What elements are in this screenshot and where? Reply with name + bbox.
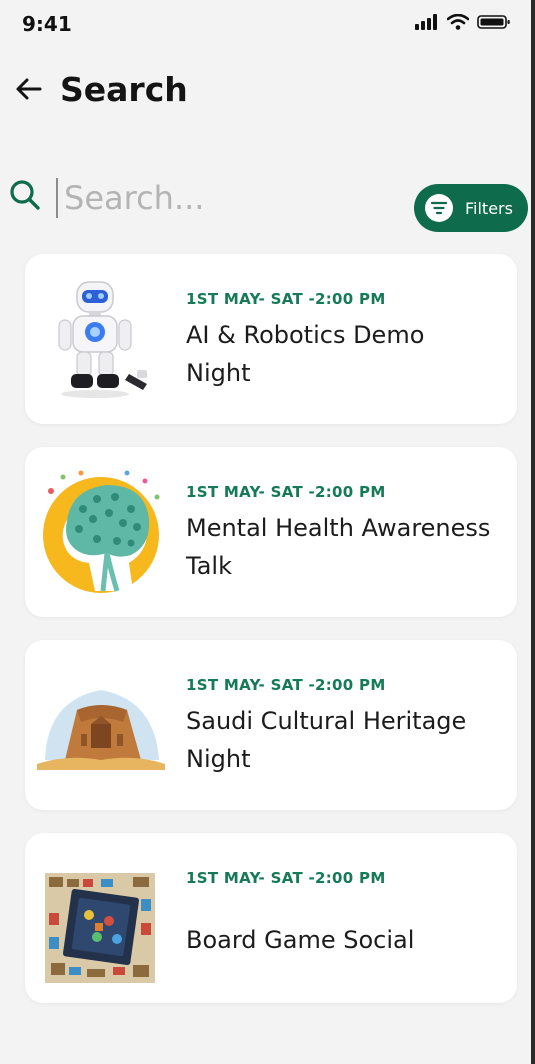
page-title: Search — [60, 70, 188, 109]
event-card[interactable]: 1ST MAY- SAT -2:00 PM Board Game Social — [25, 833, 517, 1003]
wifi-icon — [447, 14, 469, 30]
event-title: Mental Health Awareness Talk — [186, 514, 491, 580]
search-screen: 9:41 Search Search... Filters 1ST MAY- S… — [0, 0, 531, 1064]
filters-label: Filters — [465, 198, 513, 218]
event-date: 1ST MAY- SAT -2:00 PM — [186, 676, 386, 694]
search-icon — [10, 180, 40, 210]
status-icons — [415, 14, 511, 30]
signal-icon — [415, 14, 437, 30]
status-bar: 9:41 — [0, 0, 531, 46]
status-time: 9:41 — [22, 12, 72, 36]
board-game-image — [45, 873, 155, 983]
event-card[interactable]: 1ST MAY- SAT -2:00 PM AI & Robotics Demo… — [25, 254, 517, 424]
header: Search — [0, 60, 531, 122]
event-card[interactable]: 1ST MAY- SAT -2:00 PM Mental Health Awar… — [25, 447, 517, 617]
robot-image — [58, 281, 147, 398]
filters-button[interactable]: Filters — [414, 184, 528, 232]
battery-icon — [477, 15, 510, 29]
event-date: 1ST MAY- SAT -2:00 PM — [186, 869, 386, 887]
event-date: 1ST MAY- SAT -2:00 PM — [186, 290, 386, 308]
heritage-site-image — [37, 690, 165, 770]
brain-tree-image — [43, 470, 160, 593]
search-input[interactable] — [64, 176, 394, 220]
event-title: Board Game Social — [186, 926, 415, 954]
text-cursor — [56, 178, 58, 218]
event-title: AI & Robotics Demo Night — [186, 321, 425, 387]
event-date: 1ST MAY- SAT -2:00 PM — [186, 483, 386, 501]
filter-icon — [425, 194, 453, 222]
arrow-left-icon[interactable] — [12, 72, 46, 106]
event-card[interactable]: 1ST MAY- SAT -2:00 PM Saudi Cultural Her… — [25, 640, 517, 810]
event-list: 1ST MAY- SAT -2:00 PM AI & Robotics Demo… — [25, 254, 517, 1026]
event-title: Saudi Cultural Heritage Night — [186, 707, 467, 773]
